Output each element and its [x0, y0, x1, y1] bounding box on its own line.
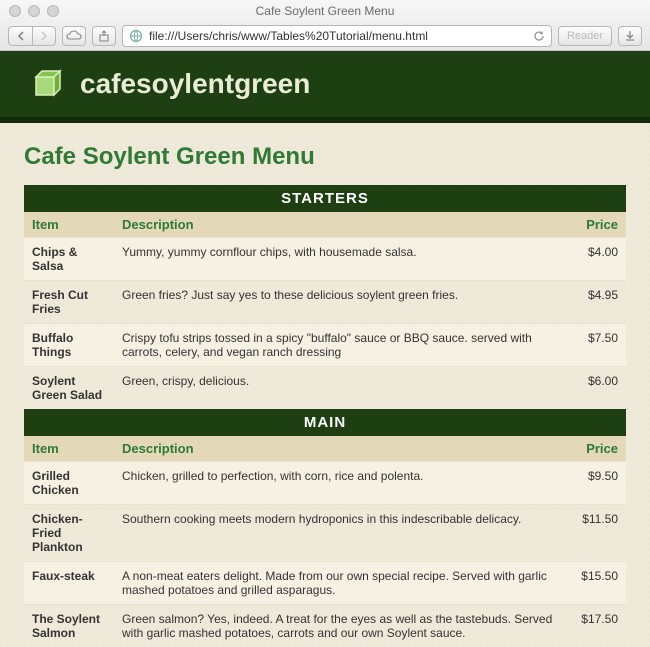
item-name: Fresh Cut Fries — [24, 281, 114, 324]
item-name: Grilled Chicken — [24, 462, 114, 505]
table-row: Faux-steakA non-meat eaters delight. Mad… — [24, 562, 626, 605]
url-input[interactable] — [149, 29, 527, 43]
item-price: $4.00 — [566, 238, 626, 281]
col-price: Price — [566, 436, 626, 462]
item-name: Chips & Salsa — [24, 238, 114, 281]
logo-cube-icon — [26, 61, 72, 107]
item-desc: Yummy, yummy cornflour chips, with house… — [114, 238, 566, 281]
zoom-window-button[interactable] — [47, 5, 59, 17]
site-icon — [129, 29, 143, 43]
item-name: Soylent Green Salad — [24, 367, 114, 410]
table-row: Chicken-Fried PlanktonSouthern cooking m… — [24, 505, 626, 562]
col-item: Item — [24, 212, 114, 238]
item-price: $17.50 — [566, 605, 626, 647]
item-desc: Green fries? Just say yes to these delic… — [114, 281, 566, 324]
logo-text: cafesoylentgreen — [80, 68, 310, 100]
section-header: STARTERS — [24, 185, 626, 212]
minimize-window-button[interactable] — [28, 5, 40, 17]
item-price: $9.50 — [566, 462, 626, 505]
section-header: MAIN — [24, 409, 626, 436]
item-desc: Chicken, grilled to perfection, with cor… — [114, 462, 566, 505]
window-title: Cafe Soylent Green Menu — [0, 4, 650, 18]
item-name: Chicken-Fried Plankton — [24, 505, 114, 562]
col-desc: Description — [114, 212, 566, 238]
page-title: Cafe Soylent Green Menu — [24, 143, 626, 171]
table-row: Buffalo ThingsCrispy tofu strips tossed … — [24, 324, 626, 367]
address-bar[interactable] — [122, 25, 552, 47]
item-price: $11.50 — [566, 505, 626, 562]
item-desc: Green salmon? Yes, indeed. A treat for t… — [114, 605, 566, 647]
reader-button[interactable]: Reader — [558, 26, 612, 46]
item-desc: A non-meat eaters delight. Made from our… — [114, 562, 566, 605]
share-button[interactable] — [92, 26, 116, 46]
forward-button[interactable] — [32, 26, 56, 46]
table-row: Soylent Green SaladGreen, crispy, delici… — [24, 367, 626, 410]
item-price: $4.95 — [566, 281, 626, 324]
col-price: Price — [566, 212, 626, 238]
item-name: Faux-steak — [24, 562, 114, 605]
close-window-button[interactable] — [9, 5, 21, 17]
table-row: Fresh Cut FriesGreen fries? Just say yes… — [24, 281, 626, 324]
item-desc: Southern cooking meets modern hydroponic… — [114, 505, 566, 562]
table-row: The Soylent SalmonGreen salmon? Yes, ind… — [24, 605, 626, 647]
item-name: The Soylent Salmon — [24, 605, 114, 647]
browser-toolbar: Reader — [0, 22, 650, 50]
downloads-button[interactable] — [618, 26, 642, 46]
item-price: $7.50 — [566, 324, 626, 367]
icloud-button[interactable] — [62, 26, 86, 46]
table-row: Chips & SalsaYummy, yummy cornflour chip… — [24, 238, 626, 281]
item-price: $15.50 — [566, 562, 626, 605]
item-desc: Crispy tofu strips tossed in a spicy "bu… — [114, 324, 566, 367]
site-banner: cafesoylentgreen — [0, 51, 650, 123]
reload-button[interactable] — [533, 30, 545, 42]
menu-table: STARTERSItemDescriptionPriceChips & Sals… — [24, 185, 626, 647]
col-item: Item — [24, 436, 114, 462]
traffic-lights — [0, 5, 59, 17]
page-body: cafesoylentgreen Cafe Soylent Green Menu… — [0, 51, 650, 647]
browser-chrome: Cafe Soylent Green Menu Reader — [0, 0, 650, 51]
titlebar: Cafe Soylent Green Menu — [0, 0, 650, 22]
content-area: Cafe Soylent Green Menu STARTERSItemDesc… — [0, 123, 650, 647]
site-logo: cafesoylentgreen — [26, 61, 310, 107]
back-button[interactable] — [8, 26, 32, 46]
table-row: Grilled ChickenChicken, grilled to perfe… — [24, 462, 626, 505]
item-price: $6.00 — [566, 367, 626, 410]
col-desc: Description — [114, 436, 566, 462]
item-desc: Green, crispy, delicious. — [114, 367, 566, 410]
item-name: Buffalo Things — [24, 324, 114, 367]
